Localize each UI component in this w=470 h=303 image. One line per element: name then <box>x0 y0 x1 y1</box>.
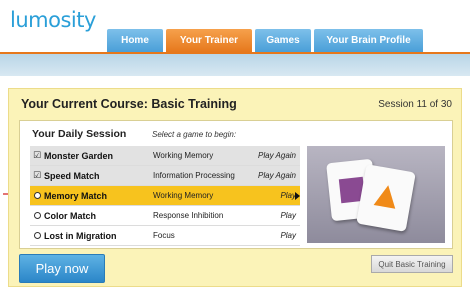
orange-triangle-icon <box>373 183 400 209</box>
radio-icon <box>30 191 44 201</box>
play-now-button[interactable]: Play now <box>19 254 105 283</box>
daily-session-hint: Select a game to begin: <box>152 130 237 139</box>
course-panel: Your Current Course: Basic Training Sess… <box>8 88 462 287</box>
memory-card <box>356 164 416 232</box>
radio-icon <box>30 231 44 241</box>
radio-icon <box>30 211 44 221</box>
game-row-speed-match[interactable]: ☑ Speed Match Information Processing Pla… <box>30 166 300 186</box>
course-title: Your Current Course: Basic Training <box>21 97 237 111</box>
game-area: Response Inhibition <box>153 211 224 220</box>
logo[interactable]: lumosity <box>10 8 96 32</box>
quit-course-button[interactable]: Quit Basic Training <box>371 255 453 273</box>
play-again-link[interactable]: Play Again <box>248 151 296 160</box>
game-area: Focus <box>153 231 175 240</box>
game-area: Information Processing <box>153 171 235 180</box>
play-arrow-icon <box>295 192 300 200</box>
tab-your-trainer[interactable]: Your Trainer <box>166 29 252 52</box>
daily-session-panel: Your Daily Session Select a game to begi… <box>19 120 453 249</box>
game-name: Monster Garden <box>44 150 114 161</box>
play-link[interactable]: Play <box>248 231 296 240</box>
game-row-monster-garden[interactable]: ☑ Monster Garden Working Memory Play Aga… <box>30 146 300 166</box>
tab-games[interactable]: Games <box>255 29 311 52</box>
main-nav-tabs: Home Your Trainer Games Your Brain Profi… <box>107 29 426 52</box>
check-radio-icon: ☑ <box>32 170 42 180</box>
game-row-color-match[interactable]: Color Match Response Inhibition Play <box>30 206 300 226</box>
game-list: ☑ Monster Garden Working Memory Play Aga… <box>30 146 300 246</box>
game-preview-image <box>307 146 445 243</box>
play-link[interactable]: Play <box>248 211 296 220</box>
game-name: Speed Match <box>44 170 100 181</box>
game-row-memory-match[interactable]: Memory Match Working Memory Play <box>30 186 300 206</box>
game-name: Color Match <box>44 210 97 221</box>
daily-session-title: Your Daily Session <box>32 128 127 140</box>
game-area: Working Memory <box>153 151 214 160</box>
session-count: Session 11 of 30 <box>378 99 452 110</box>
sub-nav-bar <box>0 52 470 76</box>
nav-accent-line <box>0 52 470 54</box>
tab-home[interactable]: Home <box>107 29 163 52</box>
game-area: Working Memory <box>153 191 214 200</box>
game-name: Lost in Migration <box>44 230 117 241</box>
tab-your-brain-profile[interactable]: Your Brain Profile <box>314 29 423 52</box>
play-link[interactable]: Play <box>248 191 296 200</box>
play-again-link[interactable]: Play Again <box>248 171 296 180</box>
check-radio-icon: ☑ <box>32 150 42 160</box>
game-row-lost-in-migration[interactable]: Lost in Migration Focus Play <box>30 226 300 246</box>
game-name: Memory Match <box>44 190 108 201</box>
